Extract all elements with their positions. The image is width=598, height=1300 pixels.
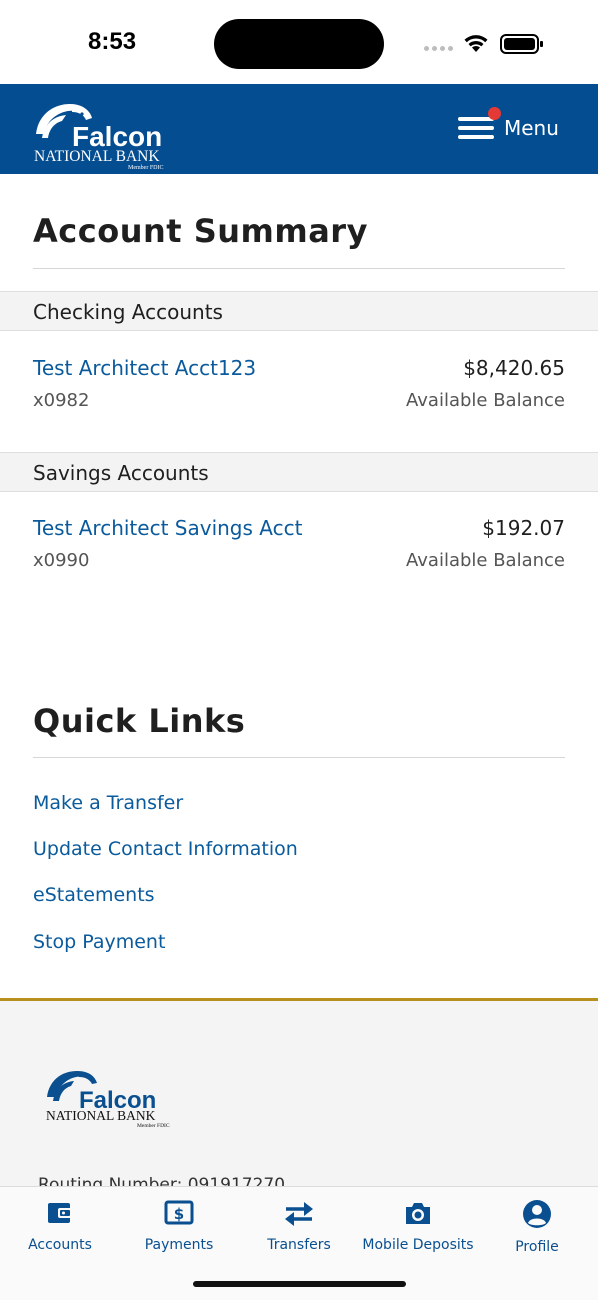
dynamic-island <box>214 19 384 69</box>
quick-links-title: Quick Links <box>33 702 246 740</box>
section-header-savings: Savings Accounts <box>0 452 598 492</box>
tab-profile[interactable]: Profile <box>477 1199 597 1255</box>
svg-text:NATIONAL BANK: NATIONAL BANK <box>34 148 160 165</box>
svg-text:$: $ <box>174 1205 184 1223</box>
status-time: 8:53 <box>88 28 137 55</box>
battery-icon <box>500 34 543 54</box>
tab-payments[interactable]: $ Payments <box>119 1199 239 1253</box>
account-name-link[interactable]: Test Architect Acct123 <box>33 356 256 380</box>
tab-label: Mobile Deposits <box>362 1237 474 1253</box>
balance-label: Available Balance <box>406 550 565 571</box>
divider <box>33 268 565 269</box>
menu-button[interactable]: Menu <box>458 107 559 148</box>
cellular-signal-icon <box>424 46 453 51</box>
home-indicator <box>193 1281 406 1287</box>
balance-label: Available Balance <box>406 390 565 411</box>
account-balance: $8,420.65 <box>463 356 565 380</box>
tab-mobile-deposits[interactable]: Mobile Deposits <box>358 1199 478 1253</box>
menu-label: Menu <box>504 116 559 140</box>
account-row-savings[interactable]: Test Architect Savings Acct x0990 $192.0… <box>0 516 598 606</box>
dollar-bill-icon: $ <box>164 1200 194 1225</box>
divider <box>33 757 565 758</box>
account-number: x0982 <box>33 390 90 411</box>
svg-text:NATIONAL BANK: NATIONAL BANK <box>46 1108 156 1123</box>
account-row-checking[interactable]: Test Architect Acct123 x0982 $8,420.65 A… <box>0 356 598 446</box>
notification-dot <box>488 107 501 120</box>
section-header-checking: Checking Accounts <box>0 291 598 331</box>
section-header-label: Checking Accounts <box>33 300 223 324</box>
tab-label: Profile <box>515 1239 559 1255</box>
svg-text:Member FDIC: Member FDIC <box>137 1123 170 1129</box>
svg-text:Member FDIC: Member FDIC <box>128 165 164 170</box>
quick-link-update-contact[interactable]: Update Contact Information <box>33 838 298 860</box>
account-balance: $192.07 <box>482 516 565 540</box>
tab-transfers[interactable]: Transfers <box>239 1199 359 1253</box>
quick-link-stop-payment[interactable]: Stop Payment <box>33 931 165 953</box>
tab-label: Transfers <box>267 1237 331 1253</box>
page-title: Account Summary <box>33 212 368 250</box>
transfer-arrows-icon <box>285 1202 313 1226</box>
tab-label: Accounts <box>28 1237 92 1253</box>
wallet-icon <box>48 1203 72 1223</box>
falcon-bank-footer-logo: Falcon NATIONAL BANK Member FDIC <box>46 1071 170 1129</box>
quick-link-make-transfer[interactable]: Make a Transfer <box>33 792 183 814</box>
status-bar: 8:53 <box>0 0 598 84</box>
user-circle-icon <box>523 1200 551 1228</box>
section-header-label: Savings Accounts <box>33 461 209 485</box>
camera-icon <box>406 1203 430 1224</box>
account-name-link[interactable]: Test Architect Savings Acct <box>33 516 302 540</box>
tab-label: Payments <box>144 1237 214 1253</box>
tab-accounts[interactable]: Accounts <box>0 1199 120 1253</box>
quick-link-estatements[interactable]: eStatements <box>33 884 155 906</box>
account-number: x0990 <box>33 550 90 571</box>
app-header: Falcon NATIONAL BANK Member FDIC Menu <box>0 84 598 174</box>
falcon-bank-logo[interactable]: Falcon NATIONAL BANK Member FDIC <box>32 94 182 170</box>
wifi-icon <box>464 35 488 52</box>
hamburger-icon <box>458 107 501 141</box>
